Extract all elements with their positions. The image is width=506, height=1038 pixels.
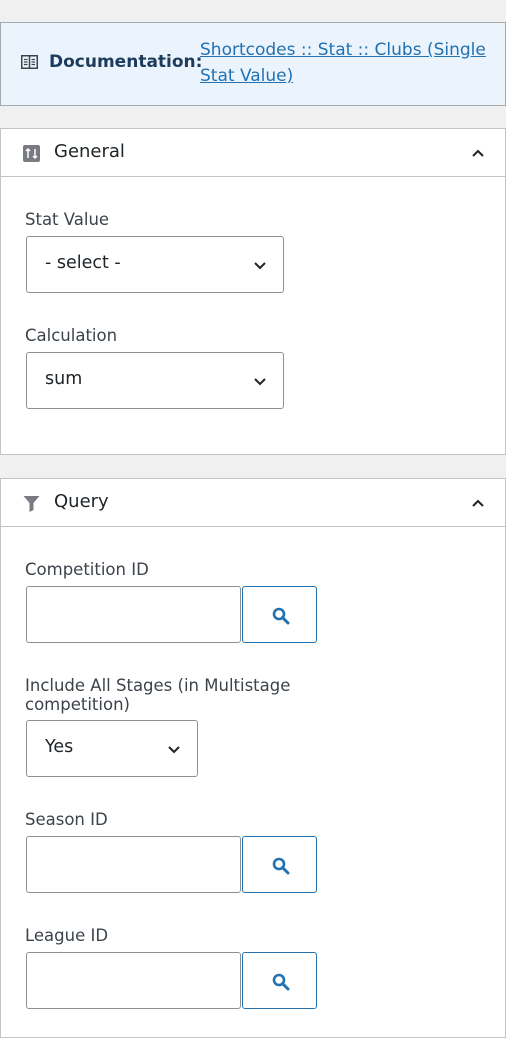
competition-id-input[interactable] xyxy=(26,586,241,643)
chevron-up-icon[interactable] xyxy=(471,498,485,508)
season-id-input[interactable] xyxy=(26,836,241,893)
documentation-link[interactable]: Shortcodes :: Stat :: Clubs (Single Stat… xyxy=(200,37,490,89)
competition-id-search-button[interactable] xyxy=(242,586,317,643)
include-all-stages-selected: Yes xyxy=(45,737,74,757)
general-panel-title: General xyxy=(54,141,125,162)
calculation-select[interactable]: sum xyxy=(26,352,284,409)
calculation-selected: sum xyxy=(45,369,83,389)
query-panel-header[interactable]: Query xyxy=(1,479,505,527)
chevron-up-icon[interactable] xyxy=(471,148,485,158)
include-all-stages-label: Include All Stages (in Multistage compet… xyxy=(25,676,291,714)
documentation-box: Documentation: Shortcodes :: Stat :: Clu… xyxy=(0,22,506,106)
query-panel-title: Query xyxy=(54,491,109,512)
documentation-label: Documentation: xyxy=(49,52,203,72)
query-panel: Query Competition ID Include All Stages … xyxy=(0,478,506,1038)
league-id-label: League ID xyxy=(25,926,109,945)
general-panel-header[interactable]: General xyxy=(1,129,505,177)
stat-value-label: Stat Value xyxy=(25,210,110,229)
league-id-input[interactable] xyxy=(26,952,241,1009)
chevron-down-icon xyxy=(168,746,180,754)
stat-value-selected: - select - xyxy=(45,253,121,273)
competition-id-label: Competition ID xyxy=(25,560,149,579)
book-icon xyxy=(21,55,38,69)
chevron-down-icon xyxy=(254,262,266,270)
filter-icon xyxy=(23,496,40,512)
league-id-search-button[interactable] xyxy=(242,952,317,1009)
season-id-label: Season ID xyxy=(25,810,108,829)
calculation-label: Calculation xyxy=(25,326,118,345)
include-all-stages-select[interactable]: Yes xyxy=(26,720,198,777)
sort-settings-icon xyxy=(23,145,40,162)
chevron-down-icon xyxy=(254,378,266,386)
search-icon xyxy=(272,857,290,875)
general-panel: General Stat Value - select - Calculatio… xyxy=(0,128,506,455)
stat-value-select[interactable]: - select - xyxy=(26,236,284,293)
search-icon xyxy=(272,607,290,625)
season-id-search-button[interactable] xyxy=(242,836,317,893)
search-icon xyxy=(272,973,290,991)
